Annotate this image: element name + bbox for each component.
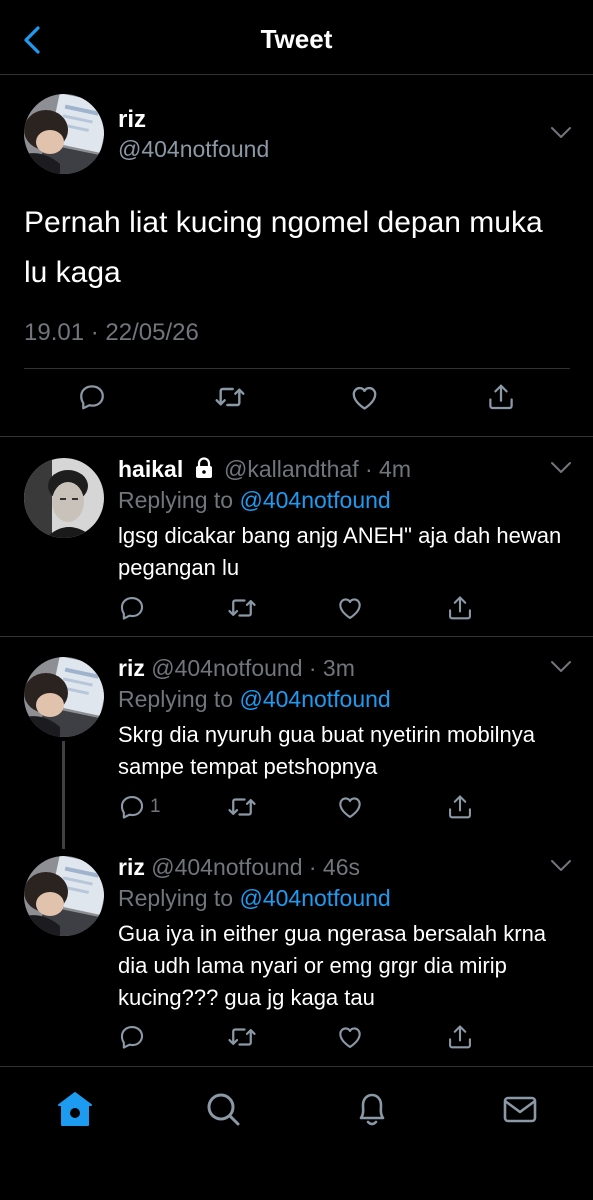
- retweet-icon: [227, 792, 257, 822]
- retweet-icon: [227, 1022, 257, 1052]
- avatar-image: [24, 657, 104, 737]
- bell-icon: [359, 1093, 385, 1126]
- reply-header: haikal @kallandthaf · 4m: [118, 456, 411, 483]
- author-name[interactable]: haikal: [118, 456, 183, 482]
- share-button[interactable]: [446, 791, 474, 823]
- avatar[interactable]: [24, 94, 104, 174]
- mention-link[interactable]: @404notfound: [239, 686, 390, 712]
- comment-icon: [118, 1023, 146, 1051]
- share-button[interactable]: [486, 381, 516, 413]
- more-options-button[interactable]: [549, 858, 573, 874]
- like-button[interactable]: [336, 1021, 364, 1053]
- tab-home[interactable]: [53, 1087, 97, 1131]
- avatar[interactable]: [24, 856, 104, 936]
- mention-link[interactable]: @404notfound: [239, 885, 390, 911]
- replying-to: Replying to @404notfound: [118, 686, 391, 713]
- heart-icon: [349, 382, 380, 413]
- tweet-text: lgsg dicakar bang anjg ANEH" aja dah hew…: [118, 523, 562, 580]
- avatar[interactable]: [24, 657, 104, 737]
- tweet-text: Skrg dia nyuruh gua buat nyetirin mobiln…: [118, 722, 536, 779]
- tweet-actions: [118, 592, 578, 628]
- heart-icon: [336, 1023, 364, 1051]
- reply-header: riz @404notfound · 3m: [118, 655, 355, 682]
- share-icon: [446, 1023, 474, 1051]
- more-options-button[interactable]: [549, 125, 573, 141]
- tweet-actions: 1: [118, 791, 578, 827]
- reply-count: 1: [150, 796, 161, 817]
- thread-line: [62, 741, 65, 849]
- like-button[interactable]: [336, 592, 364, 624]
- reply-button[interactable]: [77, 381, 107, 413]
- author-name[interactable]: riz: [118, 106, 146, 134]
- retweet-button[interactable]: [227, 592, 257, 624]
- author-name[interactable]: riz: [118, 854, 145, 880]
- heart-icon: [336, 793, 364, 821]
- chevron-down-icon: [549, 659, 573, 675]
- avatar-image: [24, 94, 104, 174]
- replying-to-label: Replying to: [118, 885, 240, 911]
- retweet-button[interactable]: [227, 1021, 257, 1053]
- avatar-image: [24, 856, 104, 936]
- like-button[interactable]: [336, 791, 364, 823]
- chevron-down-icon: [549, 125, 573, 141]
- mention-link[interactable]: @404notfound: [239, 487, 390, 513]
- home-icon: [58, 1092, 92, 1126]
- retweet-button[interactable]: [214, 381, 246, 413]
- more-options-button[interactable]: [549, 659, 573, 675]
- heart-icon: [336, 594, 364, 622]
- tweet-timestamp: 19.01 · 22/05/26: [24, 319, 199, 346]
- reply-tweet[interactable]: riz @404notfound · 46s Replying to @404n…: [0, 836, 593, 1066]
- share-button[interactable]: [446, 1021, 474, 1053]
- share-button[interactable]: [446, 592, 474, 624]
- tab-notifications[interactable]: [350, 1087, 394, 1131]
- page-title: Tweet: [260, 24, 333, 54]
- replying-to-label: Replying to: [118, 487, 240, 513]
- replying-to-label: Replying to: [118, 686, 240, 712]
- mail-icon: [503, 1096, 537, 1123]
- like-button[interactable]: [349, 381, 380, 413]
- retweet-icon: [214, 381, 246, 413]
- tweet-actions: [0, 381, 593, 421]
- reply-button[interactable]: [118, 1021, 146, 1053]
- replying-to: Replying to @404notfound: [118, 885, 391, 912]
- author-handle[interactable]: @404notfound: [118, 136, 269, 163]
- tweet-text: Gua iya in either gua ngerasa bersalah k…: [118, 921, 547, 1010]
- search-icon: [207, 1093, 240, 1126]
- replying-to: Replying to @404notfound: [118, 487, 391, 514]
- reply-header: riz @404notfound · 46s: [118, 854, 360, 881]
- tweet-actions: [118, 1021, 578, 1057]
- share-icon: [446, 793, 474, 821]
- tab-messages[interactable]: [498, 1087, 542, 1131]
- reply-tweet[interactable]: riz @404notfound · 3m Replying to @404no…: [0, 637, 593, 849]
- divider: [24, 368, 570, 369]
- lock-icon: [195, 457, 212, 478]
- main-tweet: riz @404notfound Pernah liat kucing ngom…: [0, 75, 593, 437]
- reply-button[interactable]: 1: [118, 791, 161, 823]
- retweet-button[interactable]: [227, 791, 257, 823]
- share-icon: [446, 594, 474, 622]
- comment-icon: [118, 594, 146, 622]
- author-handle-time: @kallandthaf · 4m: [224, 456, 411, 482]
- chevron-down-icon: [549, 858, 573, 874]
- avatar[interactable]: [24, 458, 104, 538]
- comment-icon: [77, 382, 107, 412]
- comment-icon: [118, 793, 146, 821]
- author-handle-time: @404notfound · 3m: [151, 655, 355, 681]
- chevron-down-icon: [549, 460, 573, 476]
- avatar-image: [24, 458, 104, 538]
- tab-search[interactable]: [201, 1087, 245, 1131]
- tweet-text: Pernah liat kucing ngomel depan muka lu …: [24, 206, 543, 289]
- author-name[interactable]: riz: [118, 655, 145, 681]
- more-options-button[interactable]: [549, 460, 573, 476]
- share-icon: [486, 382, 516, 412]
- bottom-tab-bar: [0, 1066, 593, 1200]
- top-bar: Tweet: [0, 0, 593, 75]
- reply-tweet[interactable]: haikal @kallandthaf · 4m Replying to @40…: [0, 438, 593, 637]
- author-handle-time: @404notfound · 46s: [151, 854, 361, 880]
- reply-button[interactable]: [118, 592, 146, 624]
- retweet-icon: [227, 593, 257, 623]
